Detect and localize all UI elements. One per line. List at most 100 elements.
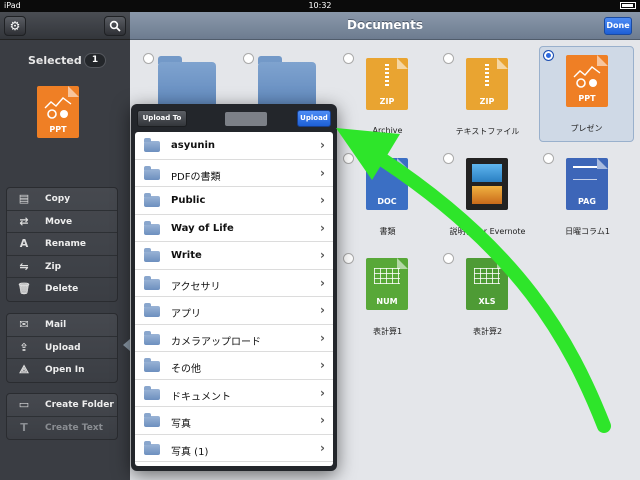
file-item-pages[interactable]: PAG 日曜コラム1 — [540, 150, 635, 246]
open-in-icon: ⟁ — [19, 363, 29, 376]
chevron-right-icon: › — [320, 330, 325, 345]
file-item-document[interactable]: DOC 書類 — [340, 150, 435, 246]
sidebar: ⚙ Selected 1 PPT ▤ Copy ⇄ Move A Rename ⇋ Zi — [0, 12, 130, 480]
selected-summary: Selected 1 — [0, 52, 130, 70]
rename-button[interactable]: A Rename — [7, 233, 117, 256]
copy-button[interactable]: ▤ Copy — [7, 188, 117, 211]
folder-row-asyunin[interactable]: asyunin › — [135, 132, 333, 160]
create-actions-group: ▭ Create Folder T Create Text — [6, 393, 118, 440]
folder-icon — [144, 220, 160, 235]
upload-button[interactable]: ⇪ Upload — [7, 337, 117, 359]
upload-to-back-button[interactable]: Upload To — [137, 110, 187, 127]
select-radio[interactable] — [443, 153, 454, 164]
folder-icon — [144, 193, 160, 207]
status-bar: iPad 10:32 — [0, 0, 640, 12]
file-name: 表計算1 — [372, 327, 403, 336]
popover-header: Upload To Upload — [131, 104, 337, 132]
file-item-excel[interactable]: XLS 表計算2 — [440, 250, 535, 346]
zip-button[interactable]: ⇋ Zip — [7, 256, 117, 278]
folder-row-apps[interactable]: アプリ › — [135, 297, 333, 325]
folder-row-way-of-life[interactable]: Way of Life › — [135, 215, 333, 242]
presentation-chart-icon — [44, 97, 72, 119]
file-item-archive[interactable]: ZIP Archive — [340, 50, 435, 146]
folder-row-documents[interactable]: ドキュメント › — [135, 380, 333, 407]
chevron-right-icon: › — [320, 440, 325, 455]
folder-row-photos-1[interactable]: 写真 (1) › — [135, 435, 333, 462]
file-actions-group: ▤ Copy ⇄ Move A Rename ⇋ Zip 🗑 Delete — [6, 187, 118, 302]
folder-row-photos[interactable]: 写真 › — [135, 407, 333, 435]
select-radio-checked[interactable] — [543, 50, 554, 61]
chevron-right-icon: › — [320, 220, 325, 235]
share-actions-group: ✉ Mail ⇪ Upload ⟁ Open In — [6, 313, 118, 383]
popover-pointer — [123, 339, 130, 351]
delete-button[interactable]: 🗑 Delete — [7, 278, 117, 301]
selected-count-badge: 1 — [84, 53, 106, 68]
zip-file-icon: ZIP — [466, 58, 508, 110]
chevron-right-icon: › — [320, 248, 325, 262]
select-radio[interactable] — [143, 53, 154, 64]
file-name: 日曜コラム1 — [565, 227, 610, 236]
select-radio[interactable] — [443, 253, 454, 264]
folder-icon — [144, 138, 160, 152]
file-name: Archive — [372, 126, 403, 135]
folder-icon — [144, 330, 160, 345]
select-radio[interactable] — [343, 153, 354, 164]
chevron-right-icon: › — [320, 275, 325, 290]
create-text-button[interactable]: T Create Text — [7, 417, 117, 440]
chevron-right-icon: › — [320, 138, 325, 152]
folder-icon — [144, 275, 160, 290]
chevron-right-icon: › — [320, 165, 325, 180]
select-radio[interactable] — [343, 253, 354, 264]
mail-button[interactable]: ✉ Mail — [7, 314, 117, 337]
create-folder-button[interactable]: ▭ Create Folder — [7, 394, 117, 417]
zip-file-icon: ZIP — [366, 58, 408, 110]
create-folder-icon: ▭ — [18, 398, 30, 411]
folder-row-other[interactable]: その他 › — [135, 352, 333, 380]
settings-button[interactable]: ⚙ — [4, 16, 26, 36]
folder-icon — [144, 440, 160, 455]
move-icon: ⇄ — [19, 214, 29, 228]
open-in-button[interactable]: ⟁ Open In — [7, 359, 117, 382]
xls-file-icon: XLS — [466, 258, 508, 310]
file-item-numbers[interactable]: NUM 表計算1 — [340, 250, 435, 346]
folder-icon — [144, 165, 160, 180]
folder-icon — [144, 248, 160, 262]
folder-list: asyunin › PDFの書類 › Public › Way of Life › Wr… — [135, 132, 333, 466]
gear-icon: ⚙ — [9, 19, 21, 33]
zip-icon: ⇋ — [19, 259, 29, 273]
folder-row-camera-upload[interactable]: カメラアップロード › — [135, 325, 333, 352]
selected-label: Selected — [28, 54, 82, 67]
file-name: プレゼン — [570, 124, 603, 133]
folder-row-accessory[interactable]: アクセサリ › — [135, 270, 333, 297]
ipad-screen: iPad 10:32 ⚙ Selected 1 PPT ▤ Copy ⇄ Mov… — [0, 0, 640, 480]
video-file-icon — [466, 158, 508, 210]
select-radio[interactable] — [343, 53, 354, 64]
move-button[interactable]: ⇄ Move — [7, 211, 117, 233]
file-name: 書類 — [379, 227, 396, 236]
selected-file-preview: PPT — [37, 86, 79, 138]
upload-confirm-button[interactable]: Upload — [297, 110, 331, 127]
create-text-icon: T — [20, 420, 28, 434]
chevron-right-icon: › — [320, 358, 325, 372]
select-radio[interactable] — [543, 153, 554, 164]
upload-to-popover: Upload To Upload asyunin › PDFの書類 › Public… — [131, 104, 337, 471]
mail-icon: ✉ — [19, 318, 29, 331]
done-button[interactable]: Done — [604, 17, 632, 35]
copy-icon: ▤ — [18, 192, 30, 205]
folder-row-write[interactable]: Write › — [135, 242, 333, 270]
folder-row-public[interactable]: Public › — [135, 187, 333, 215]
search-button[interactable] — [104, 16, 126, 36]
chevron-right-icon: › — [320, 385, 325, 400]
file-item-video[interactable]: 説明書 for Evernote — [440, 150, 535, 246]
main-navbar: Documents Done — [130, 12, 640, 40]
upload-icon: ⇪ — [19, 340, 29, 354]
select-radio[interactable] — [443, 53, 454, 64]
page-title: Documents — [347, 18, 423, 32]
select-radio[interactable] — [243, 53, 254, 64]
file-item-text[interactable]: ZIP テキストファイル — [440, 50, 535, 146]
file-name: 説明書 for Evernote — [449, 227, 526, 236]
file-item-presentation[interactable]: PPT プレゼン — [539, 46, 634, 142]
pages-file-icon: PAG — [566, 158, 608, 210]
chevron-right-icon: › — [320, 303, 325, 317]
folder-row-pdf[interactable]: PDFの書類 › — [135, 160, 333, 187]
